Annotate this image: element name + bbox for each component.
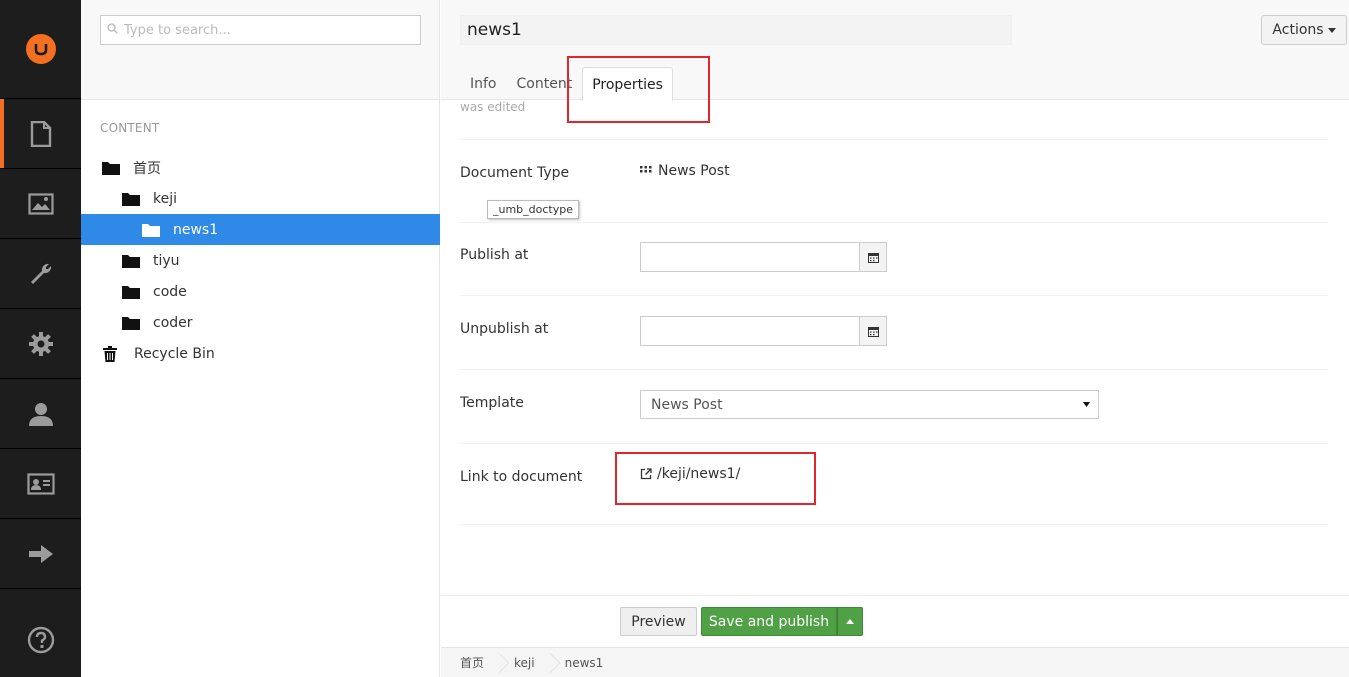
section-media-icon[interactable] — [0, 169, 81, 239]
highlight-box-document-link — [615, 452, 816, 505]
folder-icon — [142, 223, 160, 237]
was-edited-text: was edited — [460, 100, 526, 114]
trash-icon — [103, 345, 121, 362]
umbraco-logo-icon[interactable] — [25, 34, 56, 64]
content-tree-panel: CONTENT 首页 keji news1 tiyu code coder Re… — [81, 0, 440, 677]
breadcrumb-item-news1: news1 — [564, 655, 604, 670]
actions-label: Actions — [1272, 22, 1324, 38]
publish-at-label: Publish at — [460, 247, 529, 263]
folder-icon — [122, 192, 140, 206]
logo-area — [0, 0, 81, 99]
tree-node-home[interactable]: 首页 — [81, 152, 440, 183]
tree-node-label: news1 — [173, 221, 219, 238]
folder-icon — [102, 161, 120, 175]
tree-node-label: 首页 — [133, 160, 161, 177]
document-name-input[interactable] — [460, 15, 1012, 45]
save-and-publish-button[interactable]: Save and publish — [701, 607, 837, 636]
document-type-value[interactable]: News Post — [640, 163, 730, 179]
tree-node-news1[interactable]: news1 — [81, 214, 440, 245]
document-type-name: News Post — [658, 163, 730, 179]
tree-node-label: coder — [153, 314, 193, 331]
calendar-icon[interactable] — [859, 317, 886, 345]
doctype-alias-tooltip: _umb_doctype — [487, 200, 580, 219]
tree-node-label: code — [153, 283, 187, 300]
tree-node-label: keji — [153, 190, 178, 207]
tree-node-code[interactable]: code — [81, 276, 440, 307]
link-to-document-label: Link to document — [460, 469, 583, 485]
divider — [460, 295, 1328, 296]
help-icon[interactable] — [0, 610, 81, 670]
breadcrumb: 首页 keji news1 — [441, 647, 1349, 677]
caret-up-icon — [846, 619, 854, 624]
divider — [460, 139, 1328, 140]
breadcrumb-separator — [494, 648, 502, 677]
breadcrumb-item-home[interactable]: 首页 — [460, 654, 484, 671]
tree-node-tiyu[interactable]: tiyu — [81, 245, 440, 276]
publish-at-input[interactable] — [641, 243, 859, 271]
section-forms-arrow-icon[interactable] — [0, 519, 81, 589]
folder-icon — [122, 254, 140, 268]
tree-node-label: Recycle Bin — [134, 345, 215, 362]
tree-node-recycle-bin[interactable]: Recycle Bin — [81, 338, 440, 369]
divider — [460, 443, 1328, 444]
editor-footer: Preview Save and publish — [441, 595, 1349, 647]
tab-info[interactable]: Info — [460, 67, 507, 100]
tree-node-coder[interactable]: coder — [81, 307, 440, 338]
actions-button[interactable]: Actions — [1261, 15, 1347, 45]
tree-node-label: tiyu — [153, 252, 180, 269]
editor-panel: Actions Info Content Properties was edit… — [441, 0, 1349, 677]
section-developer-gear-icon[interactable] — [0, 309, 81, 379]
unpublish-at-label: Unpublish at — [460, 321, 549, 337]
breadcrumb-separator — [545, 648, 553, 677]
tree-section-title: CONTENT — [100, 121, 160, 135]
tree-search-box[interactable] — [100, 15, 421, 45]
unpublish-at-input[interactable] — [641, 317, 859, 345]
unpublish-at-datepicker[interactable] — [640, 316, 887, 346]
search-input[interactable] — [124, 22, 420, 38]
divider — [460, 524, 1328, 525]
divider — [460, 369, 1328, 370]
publish-at-datepicker[interactable] — [640, 242, 887, 272]
divider — [460, 222, 1328, 223]
template-selected-value: News Post — [651, 396, 723, 413]
section-content-icon[interactable] — [0, 99, 81, 169]
section-users-icon[interactable] — [0, 379, 81, 449]
preview-button[interactable]: Preview — [620, 607, 697, 636]
section-settings-wrench-icon[interactable] — [0, 239, 81, 309]
caret-down-icon — [1327, 27, 1336, 33]
tree-node-keji[interactable]: keji — [81, 183, 440, 214]
caret-down-icon — [1083, 402, 1090, 407]
app-sections-bar — [0, 0, 81, 677]
publish-options-button[interactable] — [837, 607, 863, 636]
template-select[interactable]: News Post — [640, 390, 1099, 419]
tree-search-area — [81, 0, 439, 100]
calendar-icon[interactable] — [859, 243, 886, 271]
search-icon — [107, 22, 118, 38]
folder-icon — [122, 316, 140, 330]
grid-icon — [640, 166, 652, 176]
folder-icon — [122, 285, 140, 299]
highlight-box-properties-tab — [567, 56, 710, 123]
template-label: Template — [460, 395, 524, 411]
breadcrumb-item-keji[interactable]: keji — [514, 656, 535, 670]
section-members-card-icon[interactable] — [0, 449, 81, 519]
document-type-label: Document Type — [460, 165, 570, 181]
